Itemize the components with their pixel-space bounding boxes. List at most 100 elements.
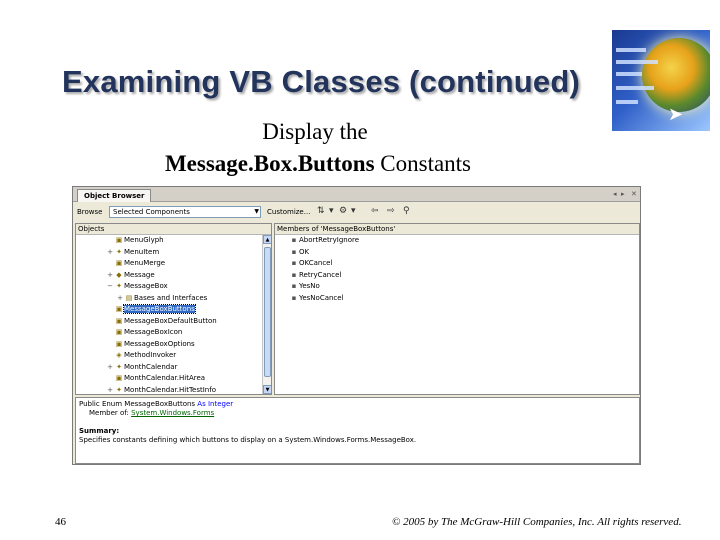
member-item-label: YesNoCancel [299, 293, 344, 302]
type-keyword: Integer [207, 400, 234, 408]
scroll-down-icon[interactable]: ▼ [263, 385, 271, 394]
back-icon[interactable]: ⇦ [371, 206, 379, 216]
find-symbol-icon[interactable]: ⚲ [403, 206, 410, 216]
objects-pane: Objects ▣ MenuGlyph + ✦ MenuItem ▣ MenuMerge + ◆… [75, 223, 272, 395]
enum-icon: ▣ [115, 316, 123, 325]
expand-toggle-icon[interactable]: + [106, 385, 114, 395]
subtitle-line1: Display the [262, 119, 368, 144]
toolbar: Browse Selected Components ▼ Customize..… [73, 203, 640, 221]
tab-scroll-right-icon[interactable]: ▸ [621, 190, 625, 198]
subtitle-rest: Constants [374, 151, 472, 176]
tree-item-label: Bases and Interfaces [134, 293, 208, 302]
subtitle-bold: Message.Box.Buttons [164, 151, 375, 176]
summary-heading: Summary: [79, 427, 120, 435]
copyright-notice: © 2005 by The McGraw-Hill Companies, Inc… [392, 516, 682, 528]
slide-title: Examining VB Classes (continued) [62, 64, 581, 99]
tree-item-label: MenuGlyph [124, 236, 164, 244]
tree-item[interactable]: + ✦ MenuItem [106, 247, 271, 259]
member-item[interactable]: ▪ YesNo [289, 281, 639, 293]
tree-item[interactable]: + ▤ Bases and Interfaces [106, 293, 271, 305]
constant-icon: ▪ [291, 282, 297, 290]
scroll-thumb[interactable] [264, 247, 271, 377]
enum-icon: ▣ [115, 305, 123, 313]
constant-icon: ▪ [291, 270, 297, 279]
tree-item[interactable]: ▣ MenuMerge [106, 258, 271, 270]
class-icon: ✦ [116, 385, 122, 394]
member-of-line: Member of: System.Windows.Forms [79, 409, 636, 418]
sort-dropdown-icon[interactable]: ▾ [329, 206, 334, 216]
tree-item[interactable]: + ◆ Message [106, 270, 271, 282]
summary-text: Specifies constants defining which butto… [79, 436, 417, 444]
member-item-label: AbortRetryIgnore [299, 236, 360, 244]
folder-icon: ▤ [125, 293, 133, 302]
tree-item[interactable]: ▣ MonthCalendar.HitArea [106, 373, 271, 385]
tree-item-label: MonthCalendar.HitTestInfo [124, 385, 216, 394]
expand-toggle-icon[interactable]: + [106, 362, 114, 374]
as-keyword: As [195, 400, 208, 408]
member-item[interactable]: ▪ OK [289, 247, 639, 259]
constant-icon: ▪ [291, 259, 297, 267]
member-item[interactable]: ▪ RetryCancel [289, 270, 639, 282]
member-item-label: OKCancel [299, 259, 333, 267]
tree-item-label: Message [124, 270, 155, 279]
tree-item-label: MonthCalendar.HitArea [124, 374, 206, 382]
tree-item[interactable]: ▣ MessageBoxButtons [106, 304, 271, 316]
member-item-label: OK [299, 247, 310, 256]
member-item[interactable]: ▪ OKCancel [289, 258, 639, 270]
settings-icon[interactable]: ⚙ [339, 206, 347, 216]
member-item-label: RetryCancel [299, 270, 342, 279]
member-item[interactable]: ▪ YesNoCancel [289, 293, 639, 305]
tree-item-label: MonthCalendar [124, 362, 178, 371]
browse-dropdown[interactable]: Selected Components ▼ [109, 206, 261, 218]
objects-header: Objects [76, 224, 271, 235]
globe-image: ➤ [612, 30, 710, 131]
tree-item[interactable]: − ✦ MessageBox [106, 281, 271, 293]
close-icon[interactable]: ✕ [631, 190, 637, 198]
scroll-up-icon[interactable]: ▲ [263, 235, 271, 244]
expand-toggle-icon[interactable]: + [106, 270, 114, 282]
tree-item[interactable]: + ✦ MonthCalendar [106, 362, 271, 374]
tab-strip: Object Browser ◂ ▸ ✕ [73, 187, 640, 202]
tab-object-browser[interactable]: Object Browser [77, 189, 152, 202]
member-item-label: YesNo [299, 282, 320, 290]
members-list: ▪ AbortRetryIgnore ▪ OK ▪ OKCancel ▪ RetryCance… [275, 235, 639, 304]
constant-icon: ▪ [291, 236, 297, 244]
tree-item[interactable]: ▣ MessageBoxDefaultButton [106, 316, 271, 328]
chevron-down-icon: ▼ [254, 208, 259, 215]
settings-dropdown-icon[interactable]: ▾ [351, 206, 356, 216]
tree-item[interactable]: ▣ MenuGlyph [106, 235, 271, 247]
description-pane: Public Enum MessageBoxButtons As Integer… [75, 397, 640, 464]
tab-scroll-left-icon[interactable]: ◂ [613, 190, 617, 198]
class-icon: ✦ [116, 362, 122, 371]
object-browser-window: Object Browser ◂ ▸ ✕ Browse Selected Com… [72, 186, 641, 465]
customize-button[interactable]: Customize... [267, 208, 310, 216]
globe-icon [642, 38, 710, 112]
tree-item[interactable]: + ✦ MonthCalendar.HitTestInfo [106, 385, 271, 395]
tree-item-label: MenuItem [124, 247, 160, 256]
class-icon: ✦ [116, 247, 122, 256]
page-number: 46 [55, 516, 66, 528]
namespace-link[interactable]: System.Windows.Forms [131, 409, 214, 417]
tree-item-label: MessageBox [124, 282, 168, 290]
tree-item[interactable]: ▣ MessageBoxOptions [106, 339, 271, 351]
tree-item[interactable]: ▣ MessageBoxIcon [106, 327, 271, 339]
enum-icon: ▣ [115, 339, 123, 348]
forward-icon[interactable]: ⇨ [387, 206, 395, 216]
tree-item-label: MessageBoxDefaultButton [124, 316, 217, 325]
members-pane: Members of 'MessageBoxButtons' ▪ AbortRet… [274, 223, 640, 395]
expand-toggle-icon[interactable]: − [106, 281, 114, 293]
declaration-line: Public Enum MessageBoxButtons As Integer [79, 400, 636, 409]
struct-icon: ◆ [116, 270, 122, 279]
member-item[interactable]: ▪ AbortRetryIgnore [289, 235, 639, 247]
browse-label: Browse [77, 208, 103, 216]
tree-item[interactable]: ◈ MethodInvoker [106, 350, 271, 362]
objects-scrollbar[interactable]: ▲ ▼ [262, 235, 271, 394]
declaration-text: Public Enum MessageBoxButtons [79, 400, 196, 408]
expand-toggle-icon[interactable]: + [116, 293, 124, 305]
member-of-label: Member of: [89, 409, 132, 417]
constant-icon: ▪ [291, 293, 297, 302]
class-icon: ✦ [116, 282, 122, 290]
objects-list: ▣ MenuGlyph + ✦ MenuItem ▣ MenuMerge + ◆ Message −… [76, 235, 271, 395]
sort-icon[interactable]: ⇅ [317, 206, 325, 216]
expand-toggle-icon[interactable]: + [106, 247, 114, 259]
